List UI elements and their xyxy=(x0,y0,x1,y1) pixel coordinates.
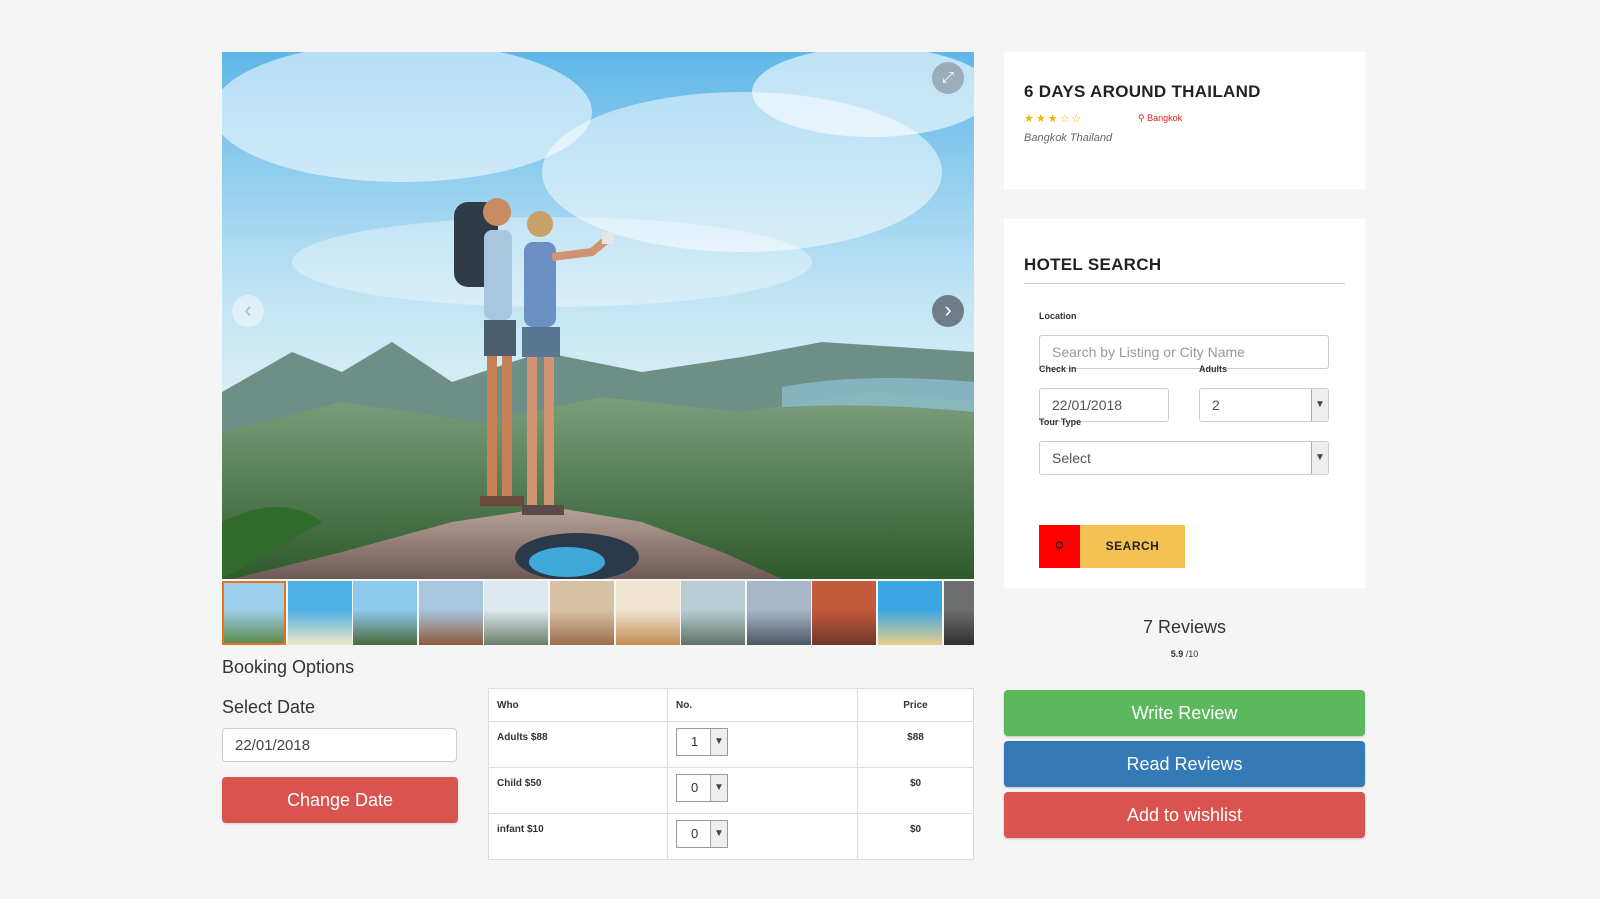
map-pin-icon: ⚲ xyxy=(1138,113,1145,123)
quantity-select[interactable]: 0 ▼ xyxy=(676,820,728,848)
who-cell: Child $50 xyxy=(488,767,668,814)
gallery-thumbnail[interactable] xyxy=(812,581,877,645)
booking-date-input[interactable] xyxy=(222,728,457,762)
star-icon: ★★★ xyxy=(1024,113,1060,125)
write-review-button[interactable]: Write Review xyxy=(1004,690,1365,736)
checkin-label: Check in xyxy=(1039,364,1077,374)
column-header-no: No. xyxy=(667,688,858,722)
read-reviews-button[interactable]: Read Reviews xyxy=(1004,741,1365,787)
reviews-count: 7 Reviews xyxy=(1142,617,1227,637)
tour-type-label: Tour Type xyxy=(1039,417,1082,427)
tour-type-select[interactable]: Select ▼ xyxy=(1039,441,1329,475)
add-to-wishlist-button[interactable]: Add to wishlist xyxy=(1004,792,1365,838)
quantity-select[interactable]: 1 ▼ xyxy=(676,728,728,756)
chevron-down-icon: ▼ xyxy=(1311,442,1328,474)
price-cell: $0 xyxy=(857,813,974,860)
chevron-down-icon: ▼ xyxy=(710,729,727,755)
gallery-thumbnail[interactable] xyxy=(222,581,286,645)
table-row: Adults $88 1 ▼ $88 xyxy=(488,721,974,768)
gallery-thumbnail[interactable] xyxy=(746,581,811,645)
price-cell: $88 xyxy=(857,721,974,768)
who-cell: Adults $88 xyxy=(488,721,668,768)
chevron-down-icon: ▼ xyxy=(1311,389,1328,421)
who-cell: infant $10 xyxy=(488,813,668,860)
location-search-input[interactable]: Search by Listing or City Name xyxy=(1039,335,1329,369)
thumbnail-strip xyxy=(222,581,974,645)
chevron-left-icon[interactable]: ‹ xyxy=(232,295,264,327)
chevron-down-icon: ▼ xyxy=(710,821,727,847)
main-photo xyxy=(222,52,974,579)
change-date-button[interactable]: Change Date xyxy=(222,777,458,823)
location-label: Location xyxy=(1039,311,1077,321)
divider xyxy=(1024,283,1345,284)
adults-label: Adults xyxy=(1199,364,1227,374)
hotel-search-heading: HOTEL SEARCH xyxy=(1024,255,1162,274)
gallery-thumbnail[interactable] xyxy=(681,581,746,645)
location-link[interactable]: ⚲ Bangkok xyxy=(1138,113,1182,124)
adults-select[interactable]: 2 ▼ xyxy=(1199,388,1329,422)
search-icon[interactable]: ⚲ xyxy=(1039,525,1080,568)
gallery-thumbnail[interactable] xyxy=(353,581,418,645)
chevron-down-icon: ▼ xyxy=(710,775,727,801)
booking-options-heading: Booking Options xyxy=(222,657,355,677)
gallery-thumbnail[interactable] xyxy=(877,581,942,645)
chevron-right-icon[interactable]: › xyxy=(932,295,964,327)
gallery-thumbnail[interactable] xyxy=(943,581,974,645)
tour-info-card: 6 DAYS AROUND THAILAND ★★★☆☆ ⚲ Bangkok B… xyxy=(1004,52,1365,189)
rating-stars: ★★★☆☆ xyxy=(1024,112,1083,125)
table-row: infant $10 0 ▼ $0 xyxy=(488,813,974,860)
sub-location: Bangkok Thailand xyxy=(1024,132,1113,144)
photo-gallery[interactable]: ⤢ ‹ › xyxy=(222,52,974,579)
hotel-search-card: HOTEL SEARCH Location Search by Listing … xyxy=(1004,219,1365,588)
column-header-price: Price xyxy=(857,688,974,722)
gallery-thumbnail[interactable] xyxy=(615,581,680,645)
table-row: Child $50 0 ▼ $0 xyxy=(488,767,974,814)
gallery-thumbnail[interactable] xyxy=(484,581,549,645)
review-score: 5.9 /10 xyxy=(1170,649,1199,659)
gallery-thumbnail[interactable] xyxy=(549,581,614,645)
price-cell: $0 xyxy=(857,767,974,814)
expand-icon[interactable]: ⤢ xyxy=(932,62,964,94)
column-header-who: Who xyxy=(488,688,668,722)
gallery-thumbnail[interactable] xyxy=(287,581,352,645)
select-date-label: Select Date xyxy=(222,697,316,717)
quantity-select[interactable]: 0 ▼ xyxy=(676,774,728,802)
tour-title: 6 DAYS AROUND THAILAND xyxy=(1024,82,1261,101)
booking-table: Who No. Price Adults $88 1 ▼ $88 Child $5… xyxy=(488,688,974,860)
gallery-thumbnail[interactable] xyxy=(418,581,483,645)
star-outline-icon: ☆☆ xyxy=(1059,113,1084,125)
search-button[interactable]: SEARCH xyxy=(1080,525,1185,568)
